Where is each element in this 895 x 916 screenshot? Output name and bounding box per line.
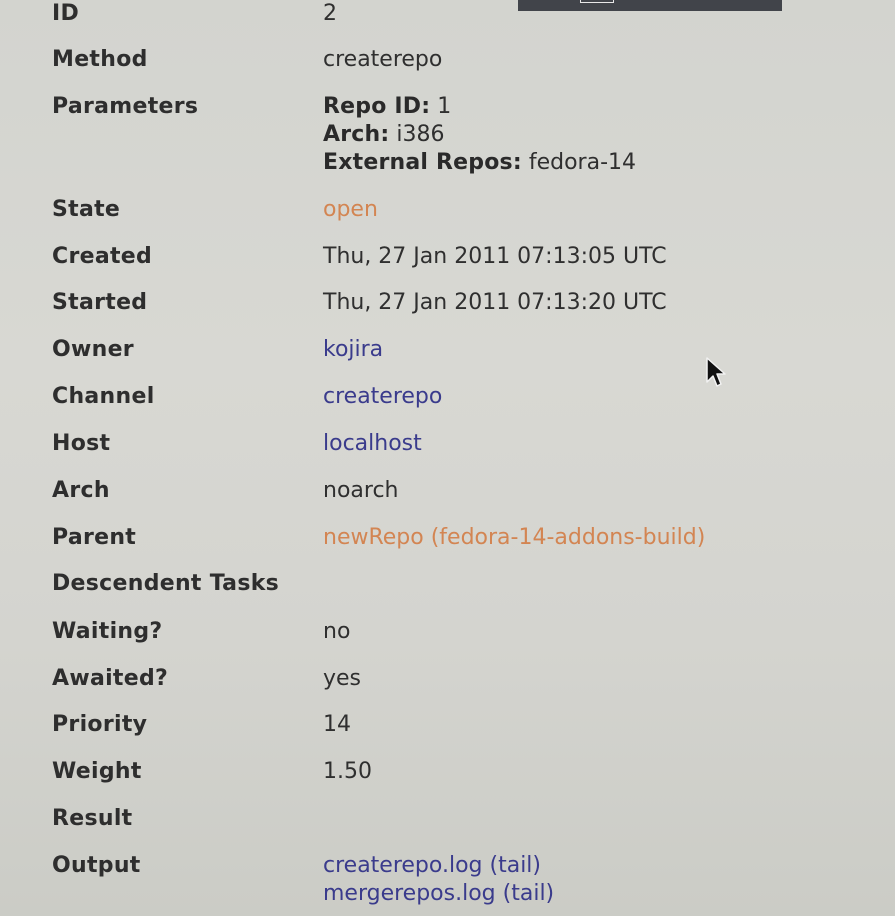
created-value: Thu, 27 Jan 2011 07:13:05 UTC [323, 244, 667, 269]
priority-label: Priority [52, 712, 148, 737]
parent-label: Parent [52, 525, 137, 550]
row-descendent-tasks: Descendent Tasks [0, 571, 895, 601]
result-label: Result [52, 806, 133, 831]
parameters-label: Parameters [52, 94, 199, 119]
param-arch: Arch: i386 [323, 122, 445, 147]
host-link[interactable]: localhost [323, 431, 422, 456]
param-external-repos: External Repos: fedora-14 [323, 150, 637, 175]
id-value: 2 [323, 1, 337, 26]
row-output: Output createrepo.log (tail) mergerepos.… [0, 853, 895, 913]
mergerepos-log-tail-link[interactable]: (tail) [503, 881, 555, 906]
priority-value: 14 [323, 712, 351, 737]
awaited-value: yes [323, 666, 362, 691]
mouse-pointer-icon [706, 357, 726, 387]
host-label: Host [52, 431, 111, 456]
row-waiting: Waiting? no [0, 619, 895, 649]
arch-label: Arch [52, 478, 110, 503]
row-parent: Parent newRepo (fedora-14-addons-build) [0, 525, 895, 555]
awaited-label: Awaited? [52, 666, 169, 691]
parent-link[interactable]: newRepo (fedora-14-addons-build) [323, 525, 705, 550]
state-label: State [52, 197, 121, 222]
created-label: Created [52, 244, 153, 269]
mergerepos-log-link[interactable]: mergerepos.log [323, 881, 496, 906]
output-file-item: mergerepos.log (tail) [323, 880, 554, 908]
output-files: createrepo.log (tail) mergerepos.log (ta… [323, 852, 554, 908]
method-label: Method [52, 47, 148, 72]
row-weight: Weight 1.50 [0, 759, 895, 789]
row-owner: Owner kojira [0, 337, 895, 367]
row-started: Started Thu, 27 Jan 2011 07:13:20 UTC [0, 290, 895, 320]
channel-label: Channel [52, 384, 155, 409]
row-id: ID 2 [0, 1, 895, 31]
createrepo-log-tail-link[interactable]: (tail) [490, 853, 542, 878]
row-method: Method createrepo [0, 47, 895, 77]
descendent-tasks-label: Descendent Tasks [52, 571, 280, 596]
row-result: Result [0, 806, 895, 836]
row-state: State open [0, 197, 895, 227]
state-value: open [323, 197, 378, 222]
output-file-item: createrepo.log (tail) [323, 852, 554, 880]
method-value: createrepo [323, 47, 443, 72]
parameters-value: Repo ID: 1 Arch: i386 External Repos: fe… [323, 93, 636, 177]
row-channel: Channel createrepo [0, 384, 895, 414]
row-host: Host localhost [0, 431, 895, 461]
started-value: Thu, 27 Jan 2011 07:13:20 UTC [323, 290, 667, 315]
owner-link[interactable]: kojira [323, 337, 383, 362]
channel-link[interactable]: createrepo [323, 384, 442, 409]
weight-value: 1.50 [323, 759, 372, 784]
waiting-value: no [323, 619, 351, 644]
createrepo-log-link[interactable]: createrepo.log [323, 853, 483, 878]
row-created: Created Thu, 27 Jan 2011 07:13:05 UTC [0, 244, 895, 274]
weight-label: Weight [52, 759, 142, 784]
id-label: ID [52, 1, 80, 26]
row-priority: Priority 14 [0, 712, 895, 742]
row-parameters: Parameters Repo ID: 1 Arch: i386 Externa… [0, 94, 895, 184]
owner-label: Owner [52, 337, 134, 362]
waiting-label: Waiting? [52, 619, 163, 644]
output-label: Output [52, 853, 141, 878]
param-repo-id: Repo ID: 1 [323, 94, 452, 119]
arch-value: noarch [323, 478, 399, 503]
row-arch: Arch noarch [0, 478, 895, 508]
started-label: Started [52, 290, 148, 315]
row-awaited: Awaited? yes [0, 666, 895, 696]
